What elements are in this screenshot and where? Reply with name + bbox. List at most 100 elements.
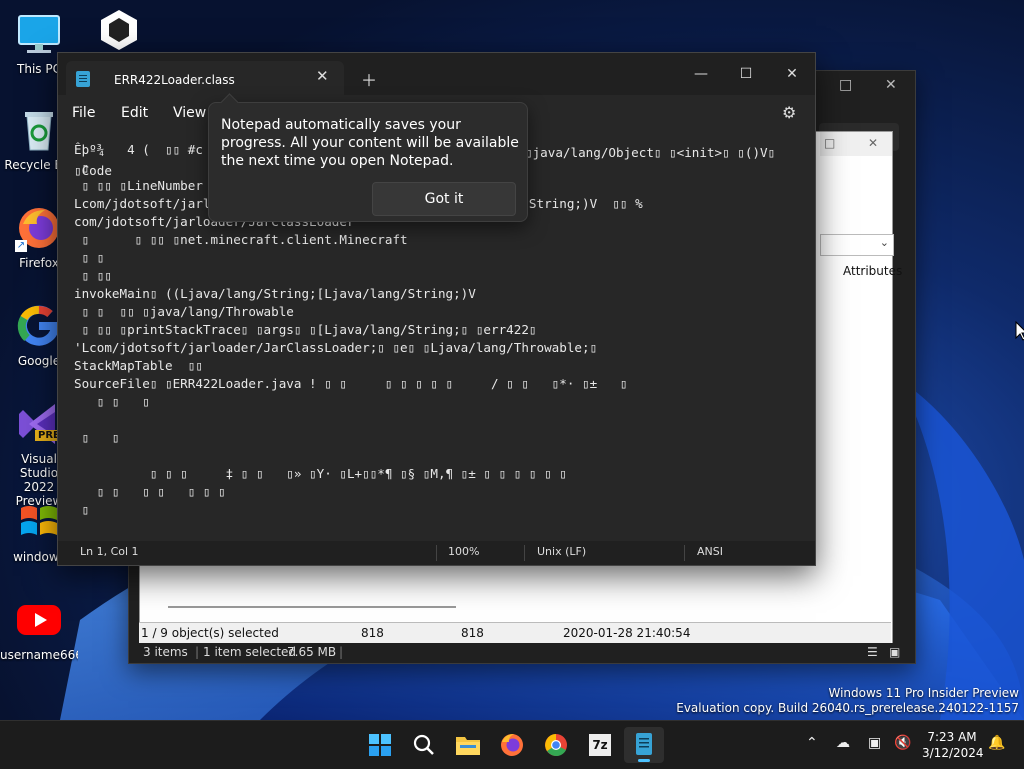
selection-count: 1 / 9 object(s) selected (141, 626, 279, 640)
editor-line: ▯ ▯ ▯ (74, 394, 150, 409)
watermark-line: Evaluation copy. Build 26040.rs_prerelea… (676, 701, 1019, 715)
start-button[interactable] (360, 727, 400, 763)
column-header-attributes[interactable]: Attributes (843, 264, 902, 278)
taskbar-file-explorer[interactable] (448, 727, 488, 763)
firefox-icon (501, 734, 523, 756)
editor-line: ▯ ▯ ▯▯ ▯java/lang/Throwable (74, 304, 294, 319)
editor-line: ▯ ▯ ▯ ‡ ▯ ▯ ▯» ▯Y· ▯L+▯▯*¶ ▯§ ▯M,¶ ▯± ▯ … (74, 466, 567, 481)
taskbar-notepad[interactable] (624, 727, 664, 763)
modified-date: 2020-01-28 21:40:54 (563, 626, 691, 640)
status-separator: | (339, 645, 344, 659)
sevenzip-statusbar: 1 / 9 object(s) selected 818 818 2020-01… (139, 622, 891, 643)
close-icon[interactable]: ✕ (769, 59, 815, 89)
clock-date: 3/12/2024 (922, 746, 984, 760)
sevenzip-path-combo[interactable]: ⌄ (820, 234, 894, 256)
editor-line: ▯ ▯ ▯ ▯ ▯ ▯ ▯ (74, 484, 226, 499)
visual-studio-icon: PRE (15, 400, 63, 448)
details-view-icon[interactable]: ☰ (867, 645, 878, 659)
recycle-bin-icon (15, 106, 63, 154)
taskbar-chrome[interactable] (536, 727, 576, 763)
computer-icon (15, 10, 63, 58)
new-tab-icon[interactable]: ＋ (361, 67, 377, 91)
notepad-titlebar[interactable]: ERR422Loader.class ✕ ＋ — ☐ ✕ (58, 53, 815, 95)
notepad-icon (636, 733, 652, 755)
start-icon (369, 734, 391, 756)
preview-view-icon[interactable]: ▣ (889, 645, 900, 659)
7zip-icon: 7z (589, 734, 611, 756)
mouse-cursor-icon (1015, 321, 1024, 341)
line-ending[interactable]: Unix (LF) (537, 545, 586, 558)
explorer-statusbar: 3 items | 1 item selected 7.65 MB | ☰ ▣ (129, 643, 915, 663)
desktop-icon-unity[interactable] (80, 6, 158, 54)
cursor-position: Ln 1, Col 1 (80, 545, 139, 558)
editor-line: ▯ ▯▯ (74, 268, 112, 283)
status-divider (436, 545, 437, 561)
status-divider (524, 545, 525, 561)
volume-muted-icon[interactable]: 🔇 (894, 735, 911, 751)
windows-logo-icon (15, 498, 63, 546)
maximize-icon[interactable]: □ (824, 136, 835, 150)
item-count: 3 items (143, 645, 188, 659)
packed-size: 818 (461, 626, 484, 640)
firefox-icon: ↗ (15, 204, 63, 252)
editor-line: ▯ ▯ (74, 250, 105, 265)
got-it-button[interactable]: Got it (372, 182, 516, 216)
status-separator: | (195, 645, 200, 659)
editor-line: 'Lcom/jdotsoft/jarloader/JarClassLoader;… (74, 340, 598, 355)
sevenzip-dialog-titlebar: □ ✕ (820, 132, 892, 156)
editor-line: ▯ ▯▯ ▯printStackTrace▯ ▯args▯ ▯[Ljava/la… (74, 322, 537, 337)
menu-view[interactable]: View (173, 105, 206, 121)
taskbar-7zip[interactable]: 7z (580, 727, 620, 763)
clock[interactable]: 7:23 AM 3/12/2024 (922, 729, 984, 761)
selected-count: 1 item selected (203, 645, 297, 659)
maximize-icon[interactable]: □ (839, 77, 852, 93)
editor-line: invokeMain▯ ((Ljava/lang/String;[Ljava/l… (74, 286, 476, 301)
maximize-icon[interactable]: ☐ (723, 59, 769, 89)
search-button[interactable] (404, 727, 444, 763)
notification-bell-icon[interactable]: 🔔 (988, 735, 1005, 751)
editor-text-fragment: ▯java/lang/Object▯ ▯<init>▯ ▯()V▯ (525, 145, 776, 160)
taskbar: 7z ⌃ ☁ ▣ 🔇 7:23 AM 3/12/2024 🔔 (0, 720, 1024, 769)
network-icon[interactable]: ▣ (868, 735, 881, 751)
file-explorer-icon (456, 737, 480, 755)
chevron-down-icon: ⌄ (879, 236, 889, 249)
minimize-icon[interactable]: — (678, 59, 724, 89)
chrome-icon (545, 734, 567, 756)
horizontal-scrollbar[interactable] (168, 606, 456, 608)
editor-line: ▯ (74, 502, 90, 517)
notepad-icon (76, 71, 90, 87)
youtube-icon (15, 596, 63, 644)
close-icon[interactable]: ✕ (868, 136, 878, 150)
close-icon[interactable]: ✕ (885, 77, 897, 93)
editor-text-fragment: ▯Code (74, 163, 112, 178)
desktop-icon-label: username666 (0, 648, 78, 662)
status-divider (684, 545, 685, 561)
chevron-up-icon[interactable]: ⌃ (806, 735, 818, 751)
editor-line: SourceFile▯ ▯ERR422Loader.java ! ▯ ▯ ▯ ▯… (74, 376, 628, 391)
menu-file[interactable]: File (72, 105, 95, 121)
taskbar-firefox[interactable] (492, 727, 532, 763)
clock-time: 7:23 AM (927, 730, 977, 744)
tab-err422loader[interactable]: ERR422Loader.class ✕ (66, 61, 344, 95)
zoom-level[interactable]: 100% (448, 545, 479, 558)
watermark-line: Windows 11 Pro Insider Preview (828, 686, 1019, 700)
tab-title: ERR422Loader.class (114, 73, 235, 87)
selected-total-size: 7.65 MB (287, 645, 337, 659)
editor-line: ▯ ▯ ▯▯ ▯net.minecraft.client.Minecraft (74, 232, 408, 247)
close-tab-icon[interactable]: ✕ (316, 67, 329, 85)
unity-icon (95, 6, 143, 54)
editor-line: StackMapTable ▯▯ (74, 358, 203, 373)
editor-line: ▯ ▯ (74, 430, 120, 445)
desktop-icon-youtube[interactable]: username666 (0, 596, 78, 662)
autosave-teaching-tip: Notepad automatically saves your progres… (208, 102, 528, 222)
tip-message: Notepad automatically saves your progres… (221, 117, 519, 169)
search-icon (413, 734, 434, 755)
menu-edit[interactable]: Edit (121, 105, 148, 121)
onedrive-offline-icon[interactable]: ☁ (836, 735, 850, 751)
selected-size: 818 (361, 626, 384, 640)
gear-icon[interactable]: ⚙ (782, 103, 796, 122)
notepad-statusbar: Ln 1, Col 1 100% Unix (LF) ANSI (58, 541, 815, 565)
encoding[interactable]: ANSI (697, 545, 723, 558)
